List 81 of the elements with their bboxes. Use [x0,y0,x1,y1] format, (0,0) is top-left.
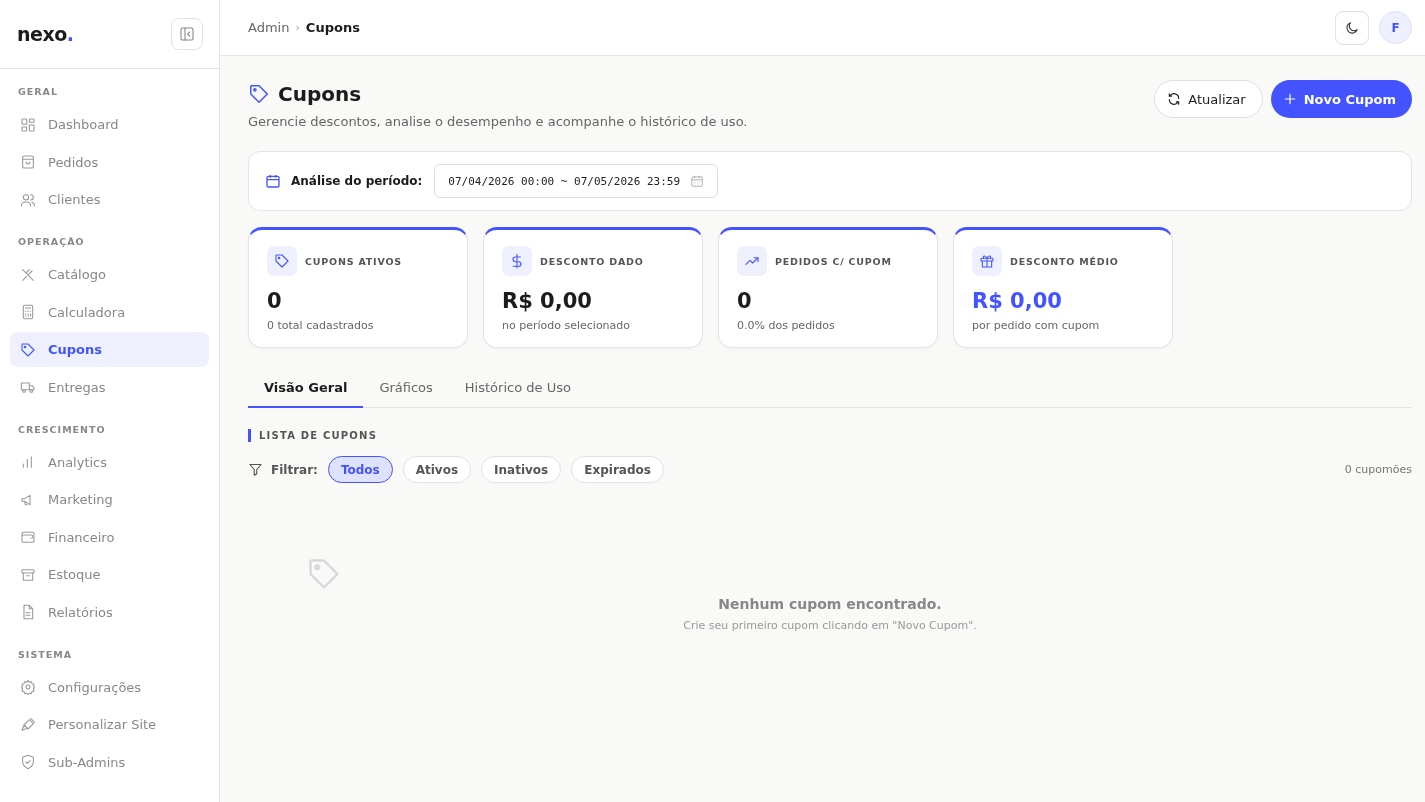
tab[interactable]: Gráficos [363,370,449,408]
bag-icon [20,154,36,170]
page-subtitle: Gerencie descontos, analise o desempenho e acompanhe o histórico de uso. [248,114,748,129]
sidebar-item[interactable]: Financeiro [10,519,209,555]
logo: nexo. [17,23,74,45]
wallet-icon [20,529,36,545]
period-label: Análise do período: [291,174,423,188]
filter-icon [248,462,263,477]
avatar[interactable]: F [1379,11,1412,44]
stat-value: R$ 0,00 [502,289,593,313]
refresh-button[interactable]: Atualizar [1154,80,1263,118]
new-coupon-button[interactable]: Novo Cupom [1270,80,1412,118]
sidebar-item[interactable]: Calculadora [10,294,209,330]
sidebar-item[interactable]: Marketing [10,482,209,517]
date-range-field[interactable]: 07/04/2026 00:00 ~ 07/05/2026 23:59 [434,164,719,198]
stat-value: 0 [267,289,283,313]
calculator-icon [20,304,36,320]
coupon-count: 0 cupomões [1344,463,1412,476]
moon-icon [1344,19,1360,36]
sidebar-item[interactable]: Relatórios [10,594,209,630]
tag-icon [267,246,297,276]
brush-icon [20,716,36,733]
breadcrumb-separator: › [295,21,300,34]
sidebar-item[interactable]: Analytics [10,444,209,480]
gift-icon [972,246,1002,276]
truck-icon [20,379,36,395]
section-heading: OPERAÇÃO [17,235,86,249]
tag-icon [248,83,270,105]
sidebar-item[interactable]: Sub-Admins [10,744,209,780]
stat-note: 0.0% dos pedidos [737,319,836,332]
calendar-icon [265,173,281,189]
filter-chip[interactable]: Ativos [402,456,472,483]
sidebar-item[interactable]: Cupons [10,332,209,367]
grid-icon [20,116,36,133]
stat-title: CUPONS ATIVOS [305,255,402,267]
empty-state-title: Nenhum cupom encontrado. [718,596,942,612]
stat-note: por pedido com cupom [972,319,1101,332]
breadcrumb-item: Cupons [305,20,360,35]
gear-icon [20,679,36,695]
section-heading: CRESCIMENTO [17,422,107,437]
plus-icon [1282,92,1297,106]
utensils-icon [20,266,36,283]
stat-note: no período selecionado [502,319,632,332]
sidebar-item[interactable]: Entregas [10,369,209,405]
sidebar-item[interactable]: Estoque [10,557,209,592]
refresh-icon [1167,92,1182,106]
users-icon [20,191,36,208]
stat-note: 0 total cadastrados [267,319,375,332]
section-heading: LISTA DE CUPONS [248,429,1412,442]
page-title: Cupons [278,82,362,106]
calendar-icon [690,174,705,188]
tag-icon [306,556,342,592]
theme-toggle-button[interactable] [1335,10,1369,45]
filter-chip[interactable]: Expirados [571,456,664,483]
sidebar-item[interactable]: Personalizar Site [10,707,209,742]
section-heading: GERAL [17,85,59,99]
document-icon [20,604,36,620]
stat-title: PEDIDOS C/ CUPOM [775,255,892,267]
stat-title: DESCONTO MÉDIO [1010,255,1119,267]
breadcrumb-item[interactable]: Admin [248,20,290,35]
section-heading: SISTEMA [17,647,73,662]
sidebar-item[interactable]: Dashboard [10,107,209,142]
trend-up-icon [737,246,767,276]
filter-label: Filtrar: [271,462,318,477]
sidebar-item[interactable]: Clientes [10,182,209,217]
sidebar-item[interactable]: Pedidos [10,144,209,180]
sidebar-item[interactable]: Catálogo [10,257,209,292]
sidebar-collapse-icon [179,26,195,42]
dollar-icon [502,246,532,276]
archive-icon [20,566,36,583]
filter-chip[interactable]: Todos [327,456,393,483]
stat-value: 0 [737,289,753,313]
tab[interactable]: Visão Geral [248,370,364,408]
shield-icon [20,754,36,770]
tag-icon [20,341,36,358]
stat-title: DESCONTO DADO [540,255,644,267]
filter-chip[interactable]: Inativos [481,456,562,483]
sidebar-item[interactable]: Configurações [10,669,209,705]
empty-state-hint: Crie seu primeiro cupom clicando em "Novo Cupom". [683,619,977,632]
tab[interactable]: Histórico de Uso [448,370,587,408]
stat-value: R$ 0,00 [972,289,1063,313]
